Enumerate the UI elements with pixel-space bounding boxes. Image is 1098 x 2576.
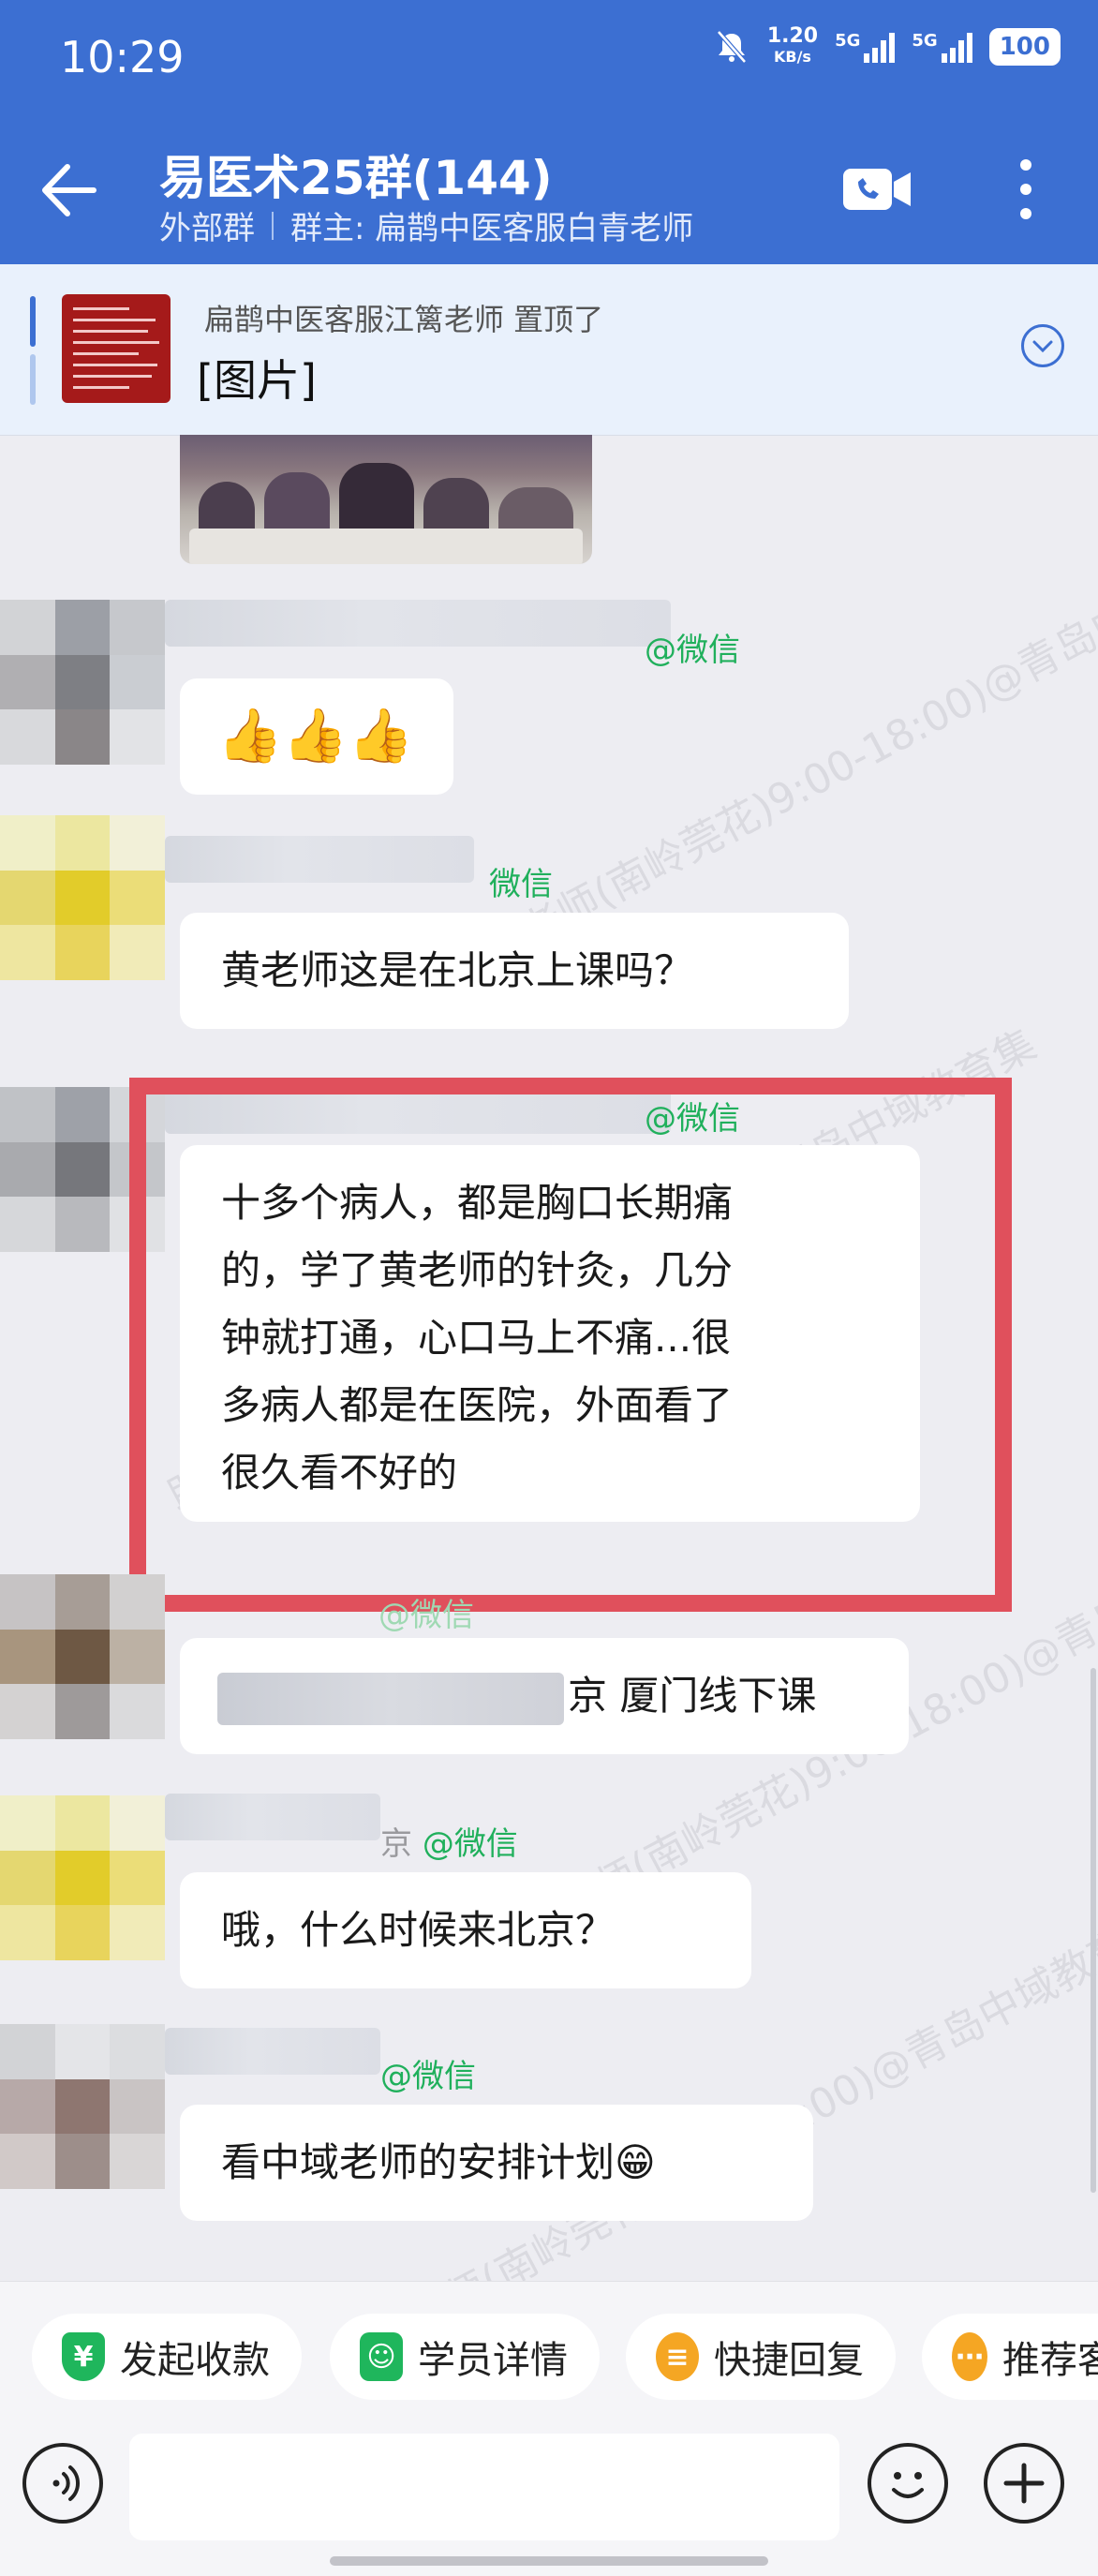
quick-action-recommend[interactable]: ⋯ 推荐客	[922, 2314, 1098, 2400]
signal-icon	[864, 31, 896, 63]
sender-source: @微信	[378, 1597, 474, 1634]
highlight-box	[129, 1078, 1012, 1612]
scrollbar[interactable]	[1091, 1668, 1096, 2193]
back-arrow-icon[interactable]	[36, 157, 101, 223]
avatar[interactable]	[0, 1574, 165, 1739]
recommend-icon: ⋯	[952, 2332, 987, 2381]
pin-indicator	[30, 296, 36, 347]
group-owner: 群主: 扁鹊中医客服白青老师	[290, 210, 694, 247]
quick-action-student-details[interactable]: ☺ 学员详情	[330, 2314, 600, 2400]
sender-name-blurred	[165, 600, 671, 647]
quick-action-quick-reply[interactable]: ≡ 快捷回复	[626, 2314, 896, 2400]
home-indicator[interactable]	[330, 2556, 768, 2566]
message-input[interactable]	[129, 2434, 839, 2540]
video-call-icon[interactable]	[839, 161, 914, 217]
more-options-icon[interactable]	[1008, 156, 1044, 223]
message-bubble[interactable]: 京 厦门线下课	[180, 1638, 909, 1754]
mute-bell-icon	[716, 30, 747, 64]
avatar[interactable]	[0, 815, 165, 980]
redacted-text	[217, 1672, 564, 1725]
signal-label-2: 5G	[912, 31, 938, 51]
pinned-content: [图片]	[197, 355, 317, 406]
signal-icon	[941, 31, 972, 63]
message-bubble[interactable]: 哦，什么时候来北京？	[180, 1872, 751, 1988]
avatar[interactable]	[0, 2024, 165, 2189]
sender-source: 微信	[489, 866, 553, 903]
external-group-tag: 外部群	[159, 210, 255, 247]
status-icons: 1.20 KB/s 5G 5G 100	[713, 26, 1061, 67]
photo-message[interactable]	[180, 435, 592, 564]
sender-source: 京 @微信	[380, 1825, 518, 1863]
chat-subtitle: 外部群 群主: 扁鹊中医客服白青老师	[159, 202, 693, 248]
sender-source: @微信	[380, 2058, 476, 2095]
bottom-toolbar: ¥ 发起收款 ☺ 学员详情 ≡ 快捷回复 ⋯ 推荐客	[0, 2281, 1098, 2576]
sender-name-blurred	[165, 1794, 380, 1840]
net-speed: 1.20 KB/s	[766, 24, 819, 67]
pinned-image-thumbnail[interactable]	[62, 294, 171, 403]
message-bubble[interactable]: 看中域老师的安排计划😁	[180, 2105, 813, 2221]
quick-action-collect-payment[interactable]: ¥ 发起收款	[32, 2314, 302, 2400]
status-time: 10:29	[60, 32, 185, 82]
message-bubble[interactable]: 👍👍👍	[180, 678, 453, 795]
yen-icon: ¥	[62, 2332, 105, 2381]
pinned-message-bar[interactable]: 扁鹊中医客服江篱老师 置顶了 [图片]	[0, 264, 1098, 436]
chat-header: 10:29 1.20 KB/s 5G 5G 100 易医术25群(144) 外部…	[0, 0, 1098, 264]
emoji-icon[interactable]	[868, 2443, 948, 2524]
plus-icon[interactable]	[984, 2443, 1064, 2524]
page-title: 易医术25群(144)	[159, 151, 553, 205]
pinned-by-text: 扁鹊中医客服江篱老师 置顶了	[204, 302, 604, 337]
sender-name-blurred	[165, 836, 474, 883]
expand-chevron-icon[interactable]	[1021, 324, 1064, 367]
quick-reply-icon: ≡	[656, 2332, 699, 2381]
sender-source: @微信	[645, 632, 740, 669]
pin-indicator	[30, 354, 36, 405]
voice-input-icon[interactable]	[22, 2443, 103, 2524]
person-card-icon: ☺	[360, 2332, 403, 2381]
divider	[272, 211, 274, 240]
battery-icon: 100	[988, 28, 1061, 66]
avatar[interactable]	[0, 600, 165, 765]
message-bubble[interactable]: 黄老师这是在北京上课吗？	[180, 913, 849, 1029]
signal-label-1: 5G	[835, 31, 861, 51]
avatar[interactable]	[0, 1795, 165, 1960]
sender-name-blurred	[165, 2028, 380, 2075]
